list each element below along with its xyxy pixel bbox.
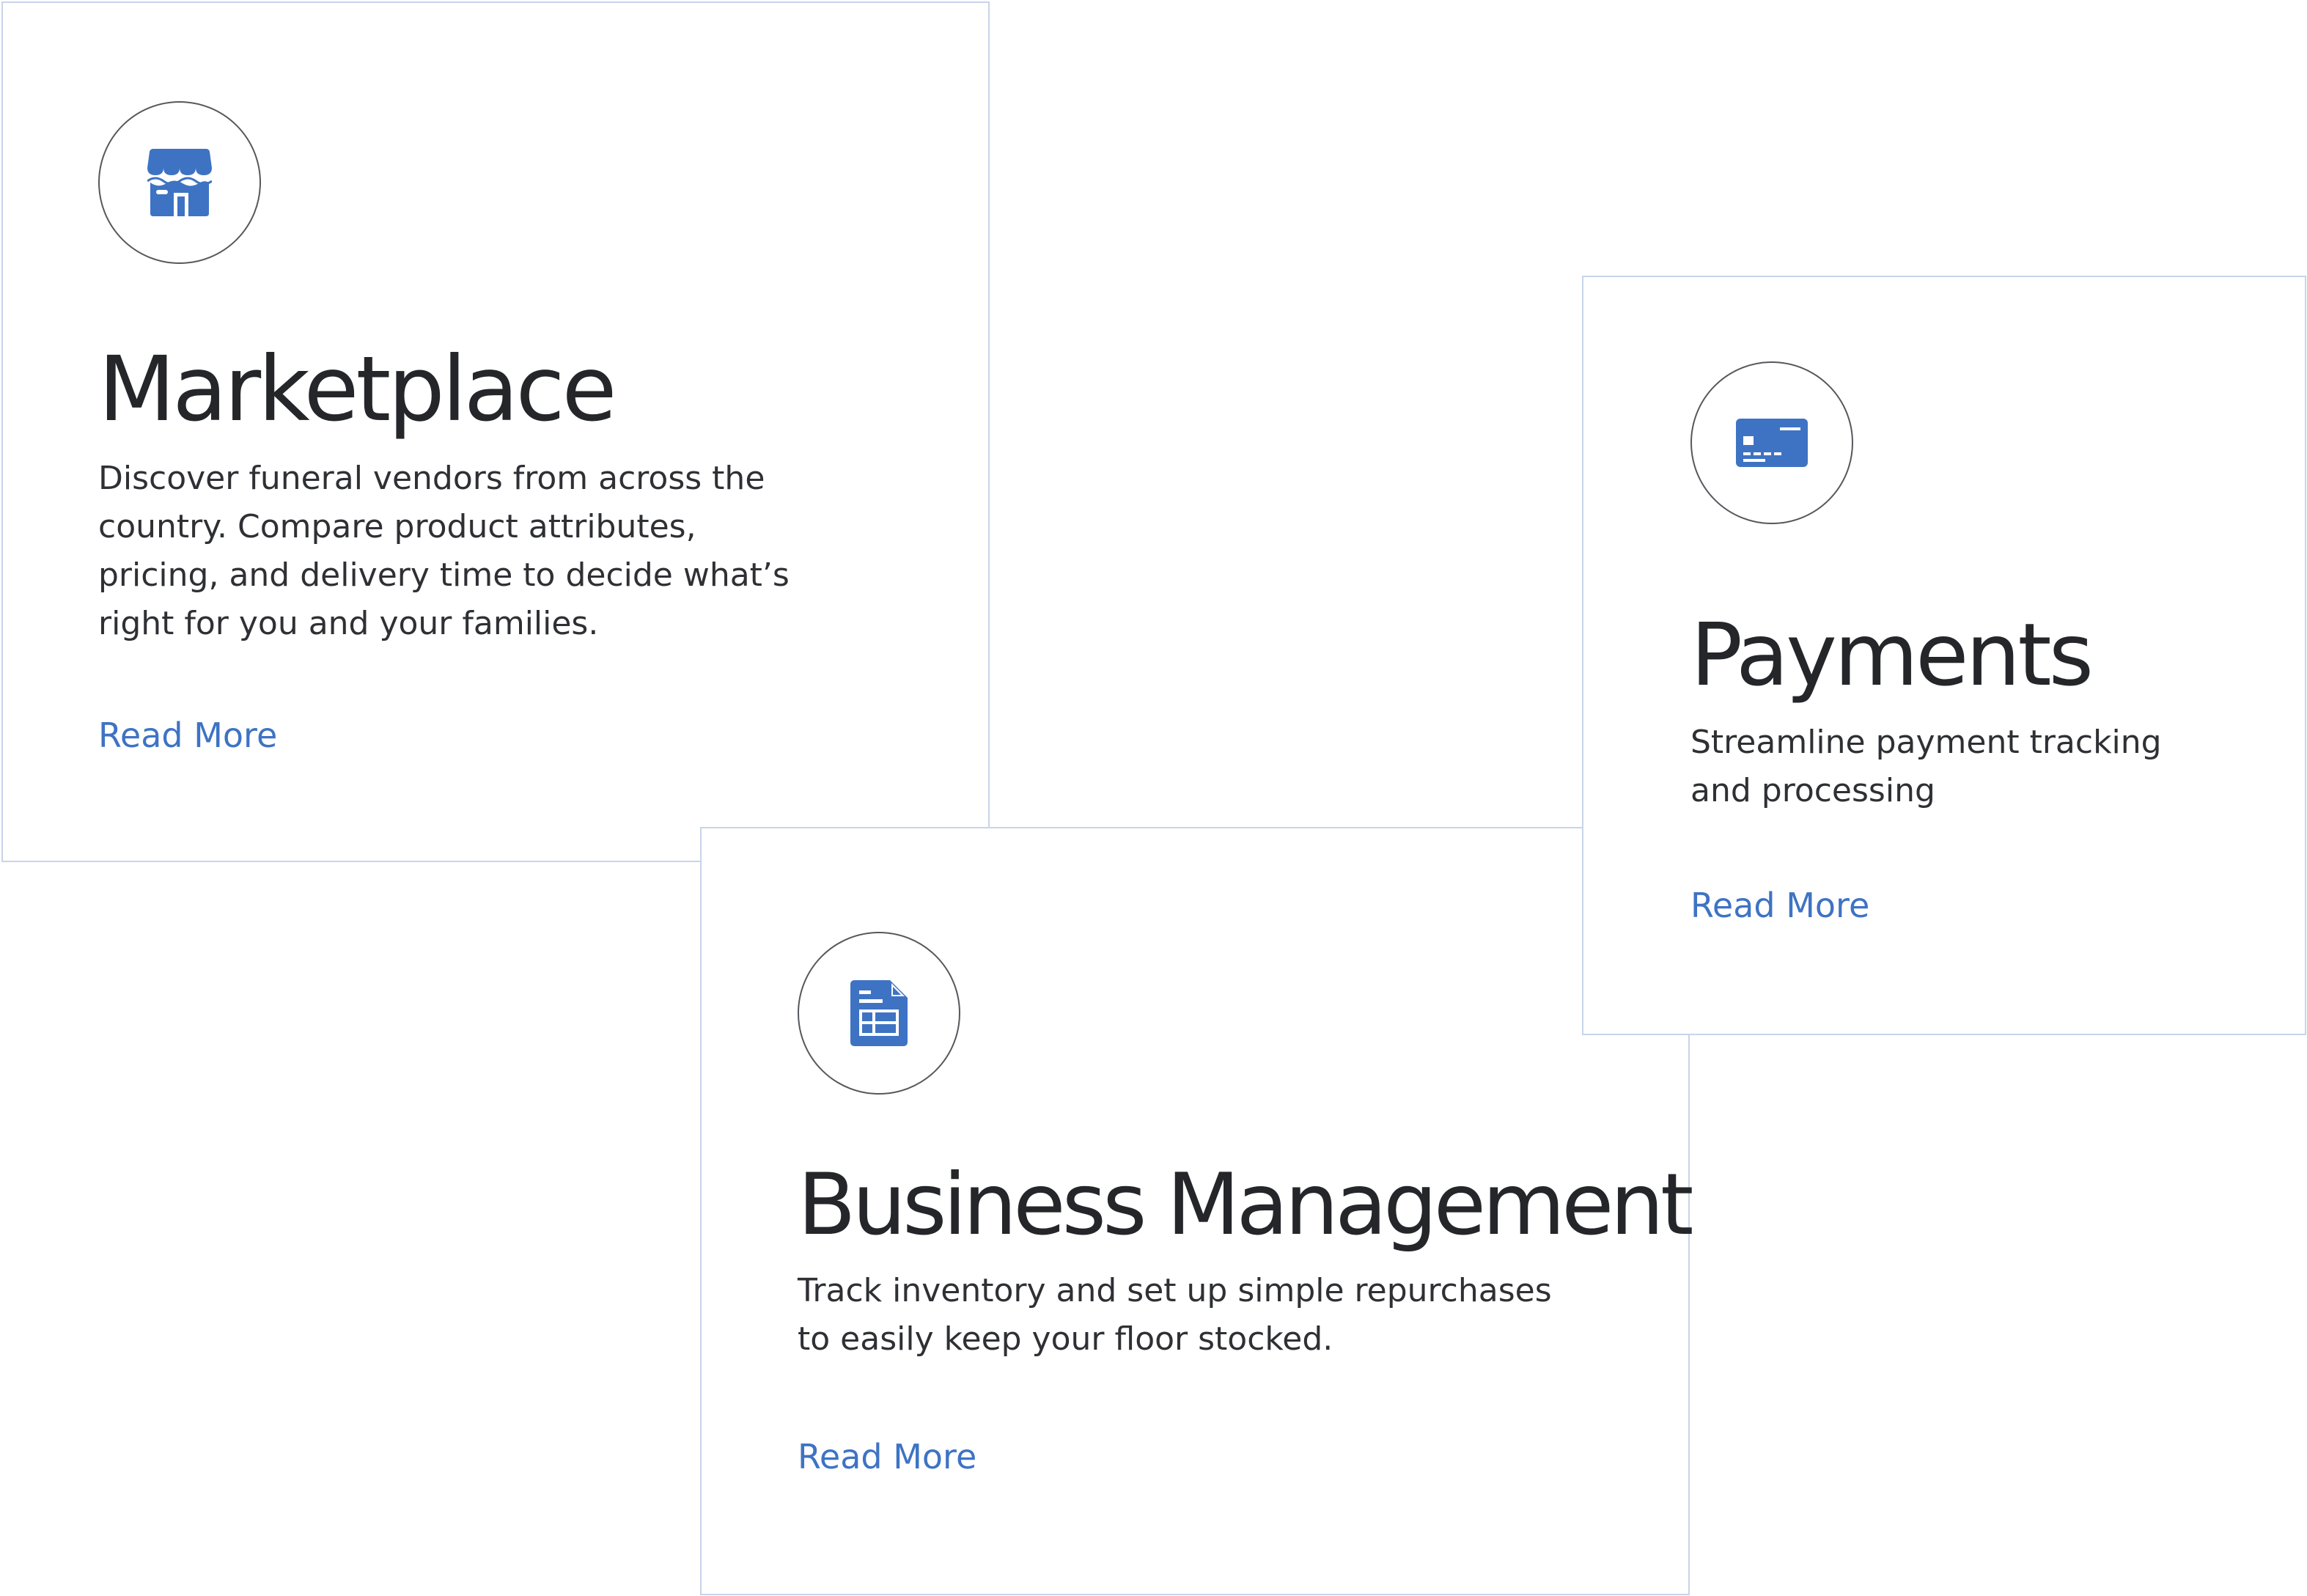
storefront-icon <box>147 149 212 216</box>
payments-card: Payments Streamline payment tracking and… <box>1582 276 2306 1035</box>
marketplace-icon-circle <box>98 101 261 264</box>
business-management-card: Business Management Track inventory and … <box>700 827 1694 1595</box>
business-management-description: Track inventory and set up simple repurc… <box>798 1272 1552 1358</box>
business-management-icon-circle <box>798 932 960 1095</box>
marketplace-description: Discover funeral vendors from across the… <box>98 460 790 642</box>
payments-icon-circle <box>1690 361 1853 524</box>
payments-read-more-link[interactable]: Read More <box>1690 886 1869 925</box>
document-table-icon <box>850 980 908 1046</box>
business-management-title: Business Management <box>798 1155 1694 1254</box>
credit-card-icon <box>1736 419 1808 467</box>
payments-description: Streamline payment tracking and processi… <box>1690 724 2162 809</box>
payments-title: Payments <box>1690 604 2094 705</box>
marketplace-read-more-link[interactable]: Read More <box>98 716 277 755</box>
marketplace-card: Marketplace Discover funeral vendors fro… <box>1 1 990 862</box>
business-management-read-more-link[interactable]: Read More <box>798 1437 976 1477</box>
marketplace-title: Marketplace <box>98 337 617 441</box>
